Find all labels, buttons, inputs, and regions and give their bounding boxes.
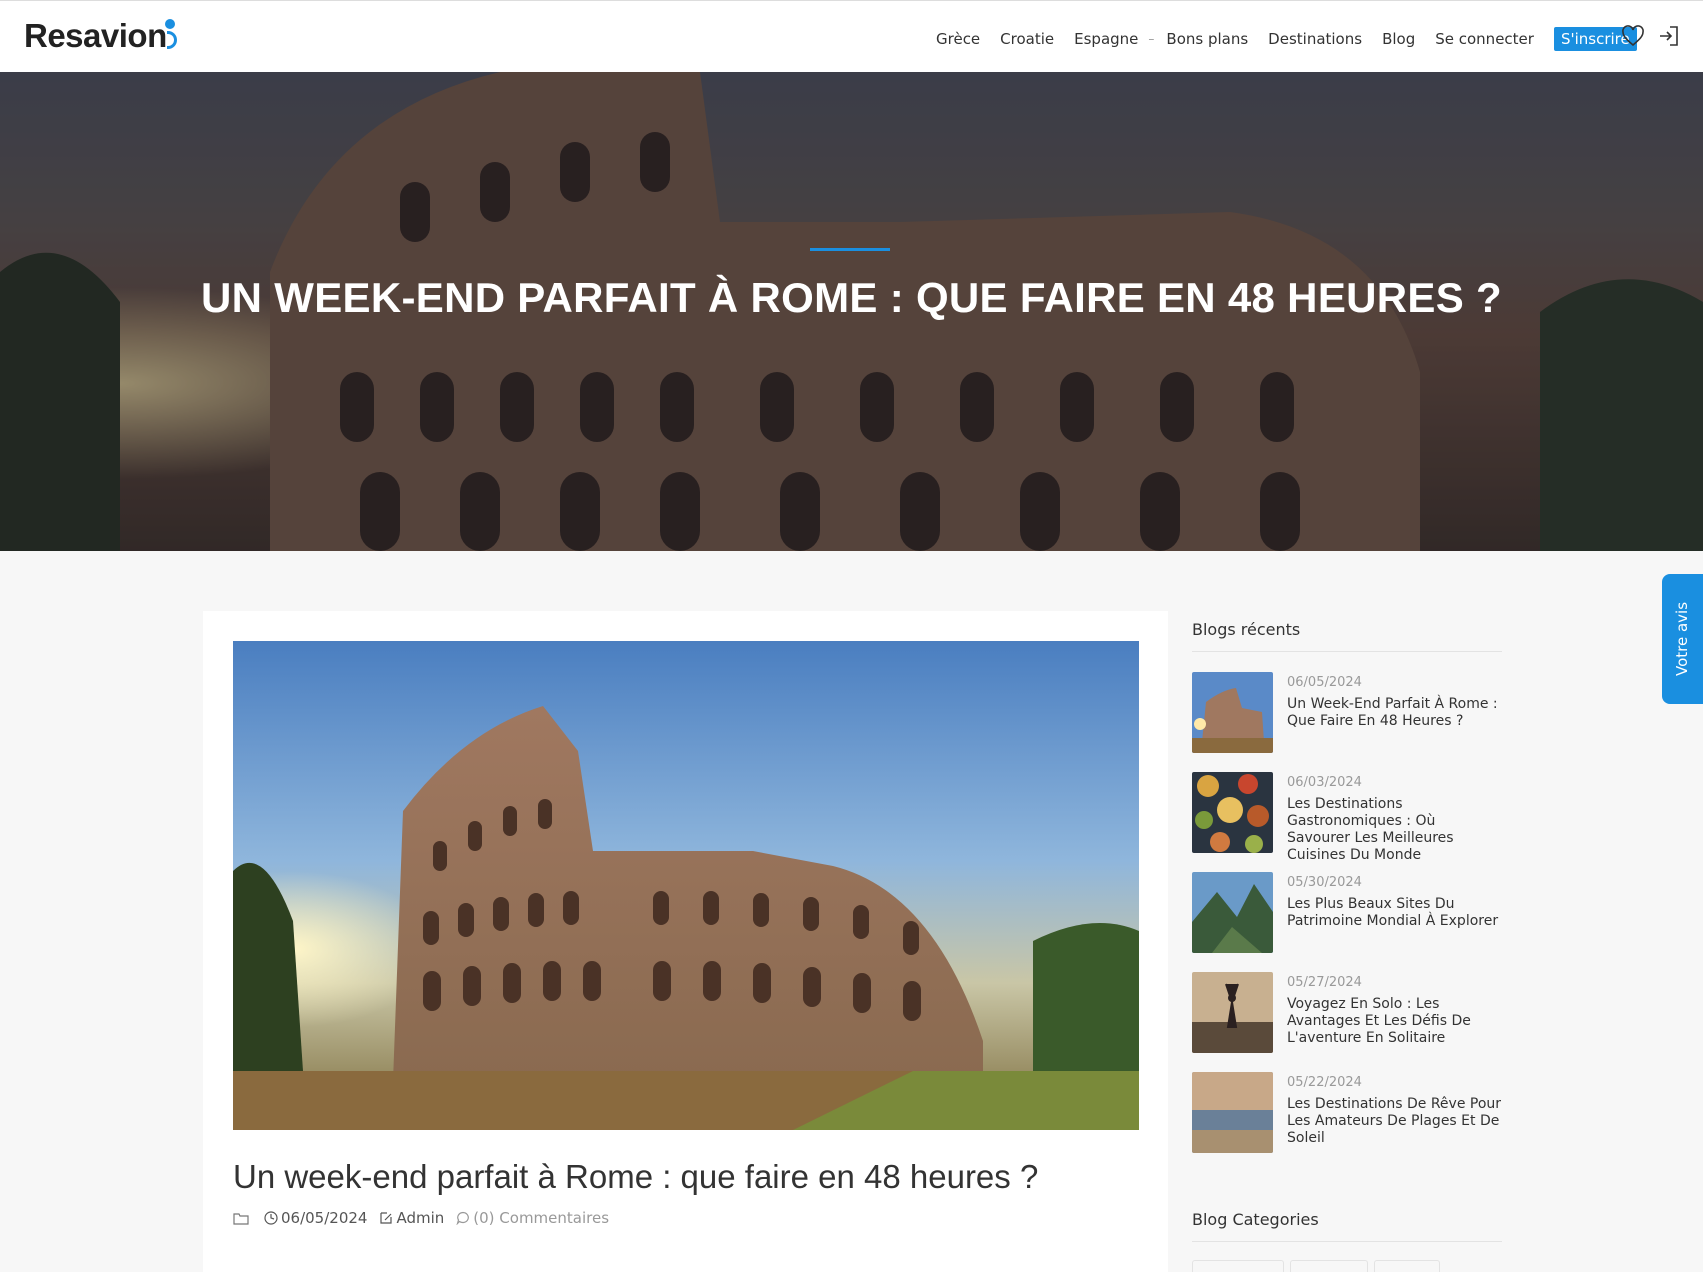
post-category[interactable] [233,1211,252,1225]
category-chip[interactable] [1374,1260,1440,1272]
recent-blog-title[interactable]: Un Week-End Parfait À Rome : Que Faire E… [1287,696,1502,730]
heart-icon[interactable] [1620,23,1646,49]
thumb-beach-image [1192,1072,1273,1153]
post-comments[interactable]: (0) Commentaires [456,1209,609,1227]
recent-blog-item[interactable]: 05/22/2024 Les Destinations De Rêve Pour… [1192,1072,1502,1172]
post-card: Un week-end parfait à Rome : que faire e… [203,611,1168,1272]
recent-blog-thumb[interactable] [1192,872,1273,953]
recent-blog-item[interactable]: 06/05/2024 Un Week-End Parfait À Rome : … [1192,672,1502,772]
hero-title: UN WEEK-END PARFAIT À ROME : QUE FAIRE E… [201,274,1502,321]
post-author[interactable]: Admin [379,1209,444,1227]
nav-item-se-connecter[interactable]: Se connecter [1435,30,1534,48]
recent-blog-date: 06/03/2024 [1287,775,1362,790]
category-chip[interactable] [1192,1260,1284,1272]
post-featured-image [233,641,1139,1130]
recent-blog-date: 05/22/2024 [1287,1075,1362,1090]
recent-blog-thumb[interactable] [1192,1072,1273,1153]
post-meta: 06/05/2024 Admin (0) Commentaires [233,1209,621,1227]
thumb-colosseum-image [1192,672,1273,753]
nav-item-grece[interactable]: Grèce [936,30,980,48]
post-date: 06/05/2024 [264,1209,367,1227]
recent-blog-item[interactable]: 05/27/2024 Voyagez En Solo : Les Avantag… [1192,972,1502,1072]
recent-blog-title[interactable]: Voyagez En Solo : Les Avantages Et Les D… [1287,996,1502,1047]
recent-blogs-list: 06/05/2024 Un Week-End Parfait À Rome : … [1192,672,1502,1172]
feedback-tab[interactable]: Votre avis [1662,574,1703,704]
recent-blog-title[interactable]: Les Destinations Gastronomiques : Où Sav… [1287,796,1502,864]
post-title: Un week-end parfait à Rome : que faire e… [233,1158,1039,1195]
nav-item-bons-plans[interactable]: Bons plans [1166,30,1248,48]
recent-blog-title[interactable]: Les Plus Beaux Sites Du Patrimoine Mondi… [1287,896,1502,930]
post-author-text[interactable]: Admin [396,1209,444,1227]
nav-item-destinations[interactable]: Destinations [1268,30,1362,48]
nav-item-blog[interactable]: Blog [1382,30,1415,48]
clock-icon [264,1211,278,1225]
thumb-solo-traveler-image [1192,972,1273,1053]
recent-blog-thumb[interactable] [1192,772,1273,853]
main-nav: Grèce Croatie Espagne – Bons plans Desti… [936,27,1637,51]
recent-blog-thumb[interactable] [1192,672,1273,753]
comment-icon [456,1211,470,1225]
logo[interactable]: Resavion [24,17,177,55]
recent-blog-item[interactable]: 05/30/2024 Les Plus Beaux Sites Du Patri… [1192,872,1502,972]
post-colosseum-image [233,641,1139,1130]
thumb-mountain-image [1192,872,1273,953]
recent-blog-date: 06/05/2024 [1287,675,1362,690]
thumb-food-image [1192,772,1273,853]
logo-dot-icon [164,19,175,29]
category-chip[interactable] [1290,1260,1368,1272]
blog-categories-heading: Blog Categories [1192,1210,1502,1242]
hero-banner: UN WEEK-END PARFAIT À ROME : QUE FAIRE E… [0,72,1703,551]
login-icon[interactable] [1656,23,1682,49]
recent-blog-item[interactable]: 06/03/2024 Les Destinations Gastronomiqu… [1192,772,1502,872]
logo-text[interactable]: Resavion [24,17,167,54]
recent-blog-thumb[interactable] [1192,972,1273,1053]
folder-icon [233,1213,249,1225]
sidebar: Blogs récents 06/05/2024 Un Week-End Par… [1192,620,1502,1272]
category-chips [1192,1260,1502,1272]
nav-separator: – [1148,32,1155,46]
post-date-text: 06/05/2024 [281,1209,368,1227]
post-comments-text[interactable]: (0) Commentaires [473,1209,609,1227]
nav-item-croatie[interactable]: Croatie [1000,30,1054,48]
recent-blog-date: 05/30/2024 [1287,875,1362,890]
recent-blog-title[interactable]: Les Destinations De Rêve Pour Les Amateu… [1287,1096,1502,1147]
site-header: Resavion Grèce Croatie Espagne – Bons pl… [0,0,1703,72]
feedback-tab-label[interactable]: Votre avis [1674,602,1692,676]
hero-accent-line [810,248,890,251]
recent-blogs-heading: Blogs récents [1192,620,1502,652]
nav-item-espagne[interactable]: Espagne [1074,30,1138,48]
edit-icon [380,1212,393,1224]
recent-blog-date: 05/27/2024 [1287,975,1362,990]
logo-swoosh-icon [166,31,177,49]
